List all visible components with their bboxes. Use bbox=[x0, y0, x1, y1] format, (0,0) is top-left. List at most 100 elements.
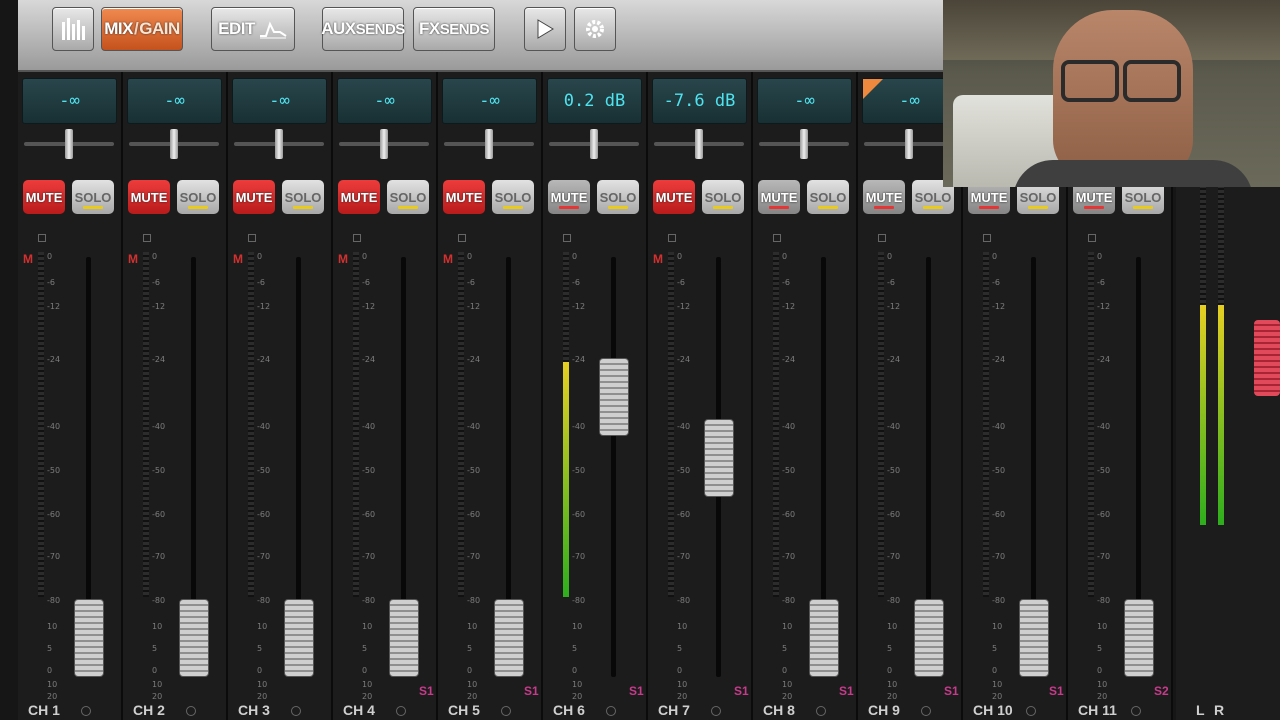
mute-indicator: M bbox=[338, 252, 348, 266]
scale-tick: 5 bbox=[257, 644, 263, 653]
channel-fader[interactable] bbox=[599, 357, 629, 436]
mix-label: MIX bbox=[104, 19, 133, 38]
select-indicator[interactable] bbox=[563, 234, 571, 242]
play-button[interactable] bbox=[524, 7, 566, 51]
edit-button[interactable]: EDIT bbox=[211, 7, 295, 51]
pan-knob[interactable] bbox=[695, 129, 703, 159]
mute-button[interactable]: MUTE bbox=[233, 180, 275, 214]
select-indicator[interactable] bbox=[143, 234, 151, 242]
mute-button[interactable]: MUTE bbox=[338, 180, 380, 214]
solo-button[interactable]: SOLO bbox=[492, 180, 534, 214]
scale-tick: -6 bbox=[152, 278, 160, 287]
solo-button[interactable]: SOLO bbox=[807, 180, 849, 214]
gain-display[interactable]: 0.2 dB bbox=[547, 78, 642, 124]
edit-label: EDIT bbox=[218, 19, 255, 38]
scale-tick: 5 bbox=[47, 644, 53, 653]
gain-display[interactable]: -∞ bbox=[337, 78, 432, 124]
level-meter bbox=[983, 252, 989, 597]
pan-knob[interactable] bbox=[170, 129, 178, 159]
scale-tick: -6 bbox=[1097, 278, 1105, 287]
select-indicator[interactable] bbox=[1088, 234, 1096, 242]
pan-knob[interactable] bbox=[590, 129, 598, 159]
pan-knob[interactable] bbox=[905, 129, 913, 159]
channel-link-dot[interactable] bbox=[81, 706, 91, 716]
gain-display[interactable]: -∞ bbox=[232, 78, 327, 124]
gain-display[interactable]: -∞ bbox=[442, 78, 537, 124]
mute-button[interactable]: MUTE bbox=[548, 180, 590, 214]
subgroup-tag: S1 bbox=[1049, 684, 1064, 698]
mute-button[interactable]: MUTE bbox=[128, 180, 170, 214]
scale-tick: -12 bbox=[782, 302, 796, 311]
mute-button[interactable]: MUTE bbox=[443, 180, 485, 214]
channel-fader[interactable] bbox=[809, 599, 839, 677]
channel-name: CH 3 bbox=[238, 702, 270, 718]
channel-link-dot[interactable] bbox=[291, 706, 301, 716]
scale-tick: -50 bbox=[1097, 466, 1111, 475]
meters-view-button[interactable] bbox=[52, 7, 94, 51]
mute-button[interactable]: MUTE bbox=[653, 180, 695, 214]
select-indicator[interactable] bbox=[248, 234, 256, 242]
channel-fader[interactable] bbox=[1124, 599, 1154, 677]
settings-button[interactable] bbox=[574, 7, 616, 51]
solo-button[interactable]: SOLO bbox=[387, 180, 429, 214]
select-indicator[interactable] bbox=[353, 234, 361, 242]
solo-button[interactable]: SOLO bbox=[72, 180, 114, 214]
mute-button[interactable]: MUTE bbox=[758, 180, 800, 214]
solo-button[interactable]: SOLO bbox=[282, 180, 324, 214]
scale-tick: 0 bbox=[47, 252, 53, 261]
scale-tick: -70 bbox=[572, 552, 586, 561]
solo-button[interactable]: SOLO bbox=[177, 180, 219, 214]
scale-tick: 0 bbox=[572, 666, 578, 675]
gain-display[interactable]: -∞ bbox=[757, 78, 852, 124]
channel-fader[interactable] bbox=[284, 599, 314, 677]
channel-fader[interactable] bbox=[74, 599, 104, 677]
channel-link-dot[interactable] bbox=[921, 706, 931, 716]
master-fader[interactable] bbox=[1254, 320, 1280, 396]
channel-link-dot[interactable] bbox=[816, 706, 826, 716]
scale-tick: -80 bbox=[572, 596, 586, 605]
channel-fader[interactable] bbox=[914, 599, 944, 677]
pan-knob[interactable] bbox=[800, 129, 808, 159]
select-indicator[interactable] bbox=[668, 234, 676, 242]
channel-link-dot[interactable] bbox=[606, 706, 616, 716]
pan-knob[interactable] bbox=[275, 129, 283, 159]
scale-tick: 0 bbox=[362, 666, 368, 675]
pan-knob[interactable] bbox=[380, 129, 388, 159]
channel-link-dot[interactable] bbox=[186, 706, 196, 716]
channel-link-dot[interactable] bbox=[396, 706, 406, 716]
select-indicator[interactable] bbox=[773, 234, 781, 242]
aux-sends-button[interactable]: AUX SENDS bbox=[321, 7, 405, 51]
scale-tick: -6 bbox=[257, 278, 265, 287]
channel-fader[interactable] bbox=[1019, 599, 1049, 677]
select-indicator[interactable] bbox=[458, 234, 466, 242]
fx-sends-button[interactable]: FX SENDS bbox=[413, 7, 495, 51]
scale-tick: -60 bbox=[152, 510, 166, 519]
channel-strip: -∞ MUTE SOLO 0 -6 -12 -24 -40 -50 -60 -70 -80 10 5 0 10… bbox=[753, 72, 858, 720]
scale-tick: -24 bbox=[362, 355, 376, 364]
scale-tick: -24 bbox=[887, 355, 901, 364]
select-indicator[interactable] bbox=[878, 234, 886, 242]
gain-display[interactable]: -∞ bbox=[22, 78, 117, 124]
channel-fader[interactable] bbox=[179, 599, 209, 677]
channel-name: CH 10 bbox=[973, 702, 1013, 718]
select-indicator[interactable] bbox=[983, 234, 991, 242]
channel-link-dot[interactable] bbox=[1131, 706, 1141, 716]
pan-knob[interactable] bbox=[485, 129, 493, 159]
mute-button[interactable]: MUTE bbox=[23, 180, 65, 214]
channel-fader[interactable] bbox=[704, 419, 734, 497]
mix-gain-button[interactable]: MIX / GAIN bbox=[101, 7, 183, 51]
mute-button[interactable]: MUTE bbox=[863, 180, 905, 214]
pan-knob[interactable] bbox=[65, 129, 73, 159]
solo-button[interactable]: SOLO bbox=[597, 180, 639, 214]
solo-button[interactable]: SOLO bbox=[702, 180, 744, 214]
channel-link-dot[interactable] bbox=[711, 706, 721, 716]
gain-display[interactable]: -7.6 dB bbox=[652, 78, 747, 124]
scale-tick: 5 bbox=[992, 644, 998, 653]
channel-link-dot[interactable] bbox=[1026, 706, 1036, 716]
channel-fader[interactable] bbox=[389, 599, 419, 677]
channel-link-dot[interactable] bbox=[501, 706, 511, 716]
select-indicator[interactable] bbox=[38, 234, 46, 242]
channel-fader[interactable] bbox=[494, 599, 524, 677]
gain-display[interactable]: -∞ bbox=[127, 78, 222, 124]
scale-tick: 5 bbox=[467, 644, 473, 653]
